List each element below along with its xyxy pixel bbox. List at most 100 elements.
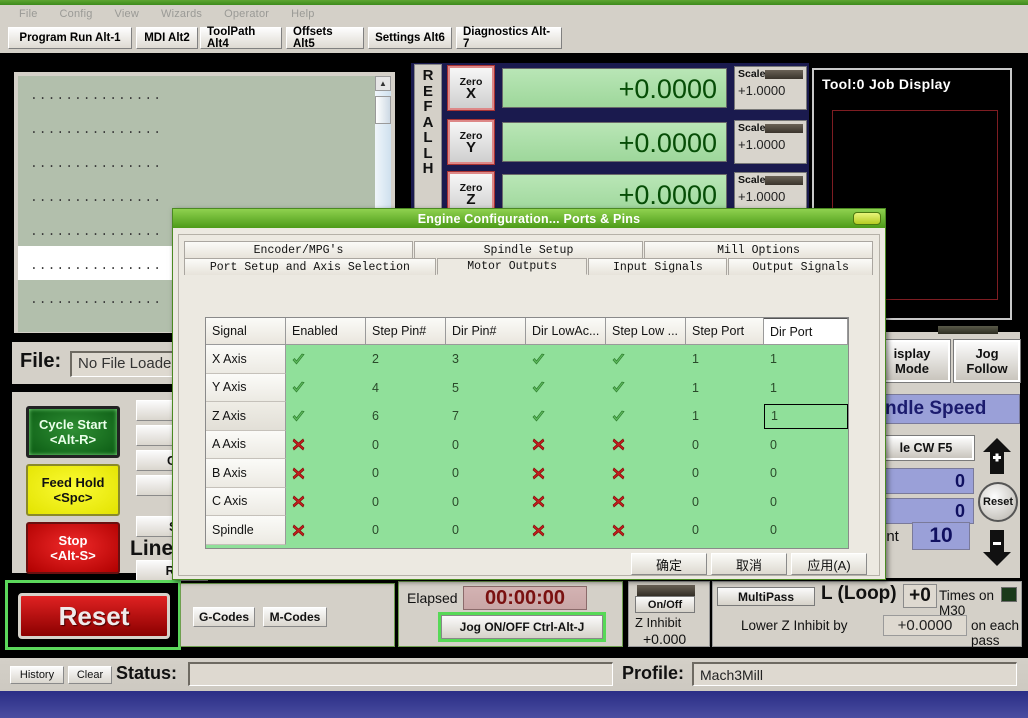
cell-dir-pin[interactable]: 0 [446,459,526,488]
cycle-start-button[interactable]: Cycle Start <Alt-R> [26,406,120,458]
menu-item-wizards[interactable]: Wizards [150,8,213,20]
dialog-cancel-button[interactable]: 取消 [711,553,787,575]
cell-dir-pin[interactable]: 3 [446,345,526,374]
cell-dir-port[interactable]: 0 [764,516,848,545]
increase-arrow-icon[interactable] [976,436,1018,476]
cell-dir-pin[interactable]: 5 [446,374,526,403]
dialog-close-icon[interactable] [853,212,881,225]
lower-z-value[interactable]: +0.0000 [883,615,967,636]
dialog-title-bar[interactable]: Engine Configuration... Ports & Pins [173,209,885,228]
gcode-line[interactable]: ............... [18,178,381,212]
zero-y-button[interactable]: Zero Y [448,120,494,164]
spindle-value-1[interactable]: 0 [878,468,974,494]
cell-dir-lowactive[interactable] [526,431,606,460]
stop-button[interactable]: Stop <Alt-S> [26,522,120,574]
cell-step-pin[interactable]: 0 [366,431,446,460]
header-dir-pin[interactable]: Dir Pin# [446,318,526,345]
cell-enabled[interactable] [286,431,366,460]
tab-program-run[interactable]: Program Run Alt-1 [8,27,132,49]
table-row[interactable]: C Axis 0 0 0 0 [206,488,848,517]
z-inhibit-onoff-button[interactable]: On/Off [635,596,695,613]
cell-enabled[interactable] [286,402,366,431]
cell-step-lowactive[interactable] [606,374,686,403]
spindle-cw-button[interactable]: le CW F5 [878,436,974,460]
cell-dir-pin[interactable]: 0 [446,488,526,517]
z-inhibit-value[interactable]: +0.000 [643,631,707,647]
tab-toolpath[interactable]: ToolPath Alt4 [200,27,282,49]
dialog-ok-button[interactable]: 确定 [631,553,707,575]
table-row[interactable]: Y Axis 4 5 1 1 [206,374,848,403]
cell-dir-lowactive[interactable] [526,345,606,374]
menu-item-file[interactable]: File [8,8,49,20]
header-dir-port[interactable]: Dir Port [764,318,848,345]
cell-step-port[interactable]: 0 [686,488,764,517]
cell-step-lowactive[interactable] [606,345,686,374]
cell-dir-pin[interactable]: 0 [446,516,526,545]
cell-step-pin[interactable]: 0 [366,488,446,517]
loop-count-value[interactable]: +0 [903,584,937,608]
cell-step-lowactive[interactable] [606,459,686,488]
zero-x-button[interactable]: Zero X [448,66,494,110]
cell-step-port[interactable]: 0 [686,459,764,488]
header-dir-lowactive[interactable]: Dir LowAc... [526,318,606,345]
cell-step-lowactive[interactable] [606,402,686,431]
tab-port-setup-axis-selection[interactable]: Port Setup and Axis Selection [184,258,436,275]
cell-dir-port[interactable]: 0 [764,488,848,517]
tab-spindle-setup[interactable]: Spindle Setup [414,241,643,258]
tab-mdi[interactable]: MDI Alt2 [136,27,198,49]
cell-step-lowactive[interactable] [606,488,686,517]
scale-value[interactable]: +1.0000 [738,137,785,152]
g-codes-button[interactable]: G-Codes [193,607,255,627]
cell-dir-pin[interactable]: 7 [446,402,526,431]
cell-dir-lowactive[interactable] [526,402,606,431]
tab-motor-outputs[interactable]: Motor Outputs [437,258,588,275]
gcode-line[interactable]: ............... [18,110,381,144]
reset-button[interactable]: Reset [18,593,170,639]
status-field[interactable] [188,662,613,686]
dialog-apply-button[interactable]: 应用(A) [791,553,867,575]
gcode-line[interactable]: ............... [18,76,381,110]
scale-value[interactable]: +1.0000 [738,189,785,204]
cell-dir-lowactive[interactable] [526,459,606,488]
menu-item-view[interactable]: View [104,8,150,20]
decrease-arrow-icon[interactable] [976,528,1018,568]
cell-step-port[interactable]: 0 [686,431,764,460]
jog-onoff-button[interactable]: Jog ON/OFF Ctrl-Alt-J [441,615,603,639]
table-row[interactable]: Spindle 0 0 0 0 [206,516,848,545]
dro-value-y[interactable]: +0.0000 [502,122,727,162]
cell-step-port[interactable]: 0 [686,516,764,545]
m-codes-button[interactable]: M-Codes [263,607,327,627]
dro-value-x[interactable]: +0.0000 [502,68,727,108]
jog-follow-button[interactable]: Jog Follow [954,340,1020,382]
cell-step-port[interactable]: 1 [686,345,764,374]
tab-offsets[interactable]: Offsets Alt5 [286,27,364,49]
spindle-reset-button[interactable]: Reset [978,482,1018,522]
ref-all-home-button[interactable]: REFALLH [414,64,442,214]
cell-dir-lowactive[interactable] [526,516,606,545]
header-step-lowactive[interactable]: Step Low ... [606,318,686,345]
cell-enabled[interactable] [286,516,366,545]
clear-button[interactable]: Clear [68,666,112,684]
cell-dir-port[interactable]: 0 [764,431,848,460]
table-row[interactable]: Z Axis 6 7 1 1 [206,402,848,431]
scale-x[interactable]: Scale +1.0000 [734,66,807,110]
scale-y[interactable]: Scale +1.0000 [734,120,807,164]
tab-mill-options[interactable]: Mill Options [644,241,873,258]
feed-hold-button[interactable]: Feed Hold <Spc> [26,464,120,516]
profile-field[interactable]: Mach3Mill [692,662,1017,686]
gcode-line[interactable]: ............... [18,144,381,178]
header-signal[interactable]: Signal [206,318,286,345]
scrollbar-thumb[interactable] [375,96,391,124]
history-button[interactable]: History [10,666,64,684]
cell-enabled[interactable] [286,459,366,488]
scale-value[interactable]: +1.0000 [738,83,785,98]
cell-dir-port[interactable]: 1 [764,345,848,374]
cell-enabled[interactable] [286,488,366,517]
tab-input-signals[interactable]: Input Signals [588,258,727,275]
multipass-button[interactable]: MultiPass [717,587,815,606]
table-row[interactable]: A Axis 0 0 0 0 [206,431,848,460]
cell-dir-lowactive[interactable] [526,374,606,403]
cell-enabled[interactable] [286,345,366,374]
cell-dir-pin[interactable]: 0 [446,431,526,460]
header-step-port[interactable]: Step Port [686,318,764,345]
